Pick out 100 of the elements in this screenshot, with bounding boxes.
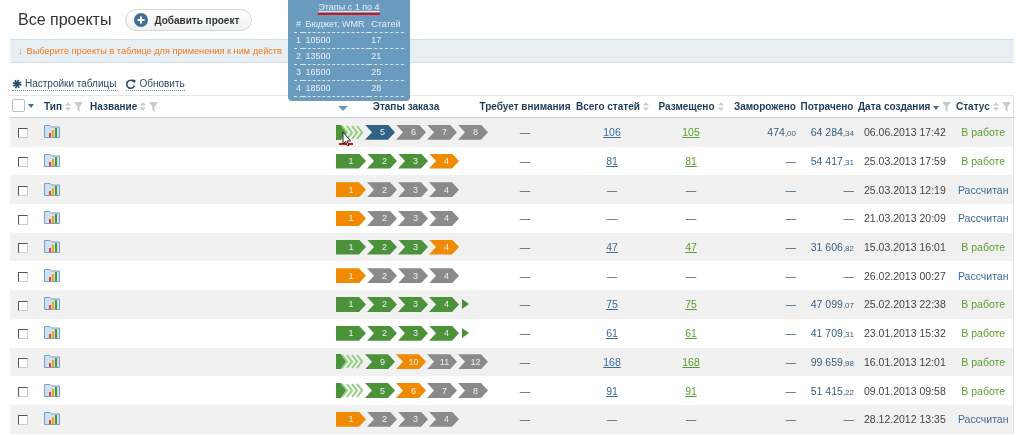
spent-amount: 64 284,34 [810, 126, 854, 139]
folder-chart-icon [44, 411, 60, 426]
stage-step[interactable]: 1 [336, 325, 366, 341]
stage-step[interactable]: 6 [396, 383, 426, 399]
stage-step[interactable]: 1 [336, 296, 366, 312]
row-checkbox[interactable] [18, 128, 28, 139]
stage-step[interactable]: 5 [365, 383, 395, 399]
stage-step[interactable]: 6 [396, 124, 426, 140]
placed-articles-link[interactable]: 91 [685, 384, 697, 397]
placed-articles-link[interactable]: 75 [685, 298, 697, 311]
next-stage-arrow-icon[interactable] [462, 299, 469, 310]
select-all-checkbox[interactable] [12, 99, 25, 112]
attention-value: — [519, 155, 531, 168]
stage-step[interactable]: 2 [367, 153, 397, 169]
total-articles-link[interactable]: 106 [603, 126, 621, 139]
stage-step[interactable]: 3 [398, 210, 428, 226]
stage-step[interactable]: 8 [458, 383, 488, 399]
total-articles-link[interactable]: 81 [606, 155, 618, 168]
refresh-link[interactable]: Обновить [126, 77, 185, 91]
stage-step[interactable]: 2 [367, 325, 397, 341]
folder-chart-icon [44, 325, 60, 340]
total-articles-link[interactable]: 168 [603, 355, 621, 368]
down-arrow-icon: ↓ [18, 46, 23, 56]
stage-step[interactable]: 4 [429, 239, 459, 255]
folder-chart-icon [44, 181, 60, 196]
total-articles-link[interactable]: 91 [606, 384, 618, 397]
row-checkbox[interactable] [18, 415, 28, 426]
placed-articles-link[interactable]: 81 [685, 155, 697, 168]
stage-step[interactable]: 11 [427, 354, 457, 370]
attention-value: — [519, 327, 531, 340]
row-checkbox[interactable] [18, 271, 28, 282]
total-articles-link[interactable]: 61 [606, 327, 618, 340]
total-articles-link[interactable]: 75 [606, 298, 618, 311]
row-checkbox[interactable] [18, 243, 28, 254]
tooltip-title[interactable]: Этапы с 1 по 4 [318, 2, 380, 15]
caret-icon[interactable] [28, 103, 34, 108]
attention-value: — [519, 384, 531, 397]
row-checkbox[interactable] [18, 157, 28, 168]
row-checkbox[interactable] [18, 357, 28, 368]
row-checkbox[interactable] [18, 329, 28, 340]
stage-step[interactable]: 3 [398, 411, 428, 427]
row-checkbox[interactable] [18, 300, 28, 311]
column-header: Потрачено [800, 101, 854, 112]
attention-value: — [519, 212, 531, 225]
stage-step[interactable]: 7 [427, 124, 457, 140]
stage-step[interactable]: 3 [398, 325, 428, 341]
row-checkbox[interactable] [18, 214, 28, 225]
placed-articles-link[interactable]: 105 [682, 126, 700, 139]
stage-step[interactable]: 3 [398, 296, 428, 312]
stage-step[interactable]: 4 [429, 153, 459, 169]
stage-step[interactable]: 4 [429, 182, 459, 198]
stage-step[interactable]: 1 [336, 411, 366, 427]
placed-articles-link[interactable]: 61 [685, 327, 697, 340]
stage-step[interactable]: 2 [367, 296, 397, 312]
add-project-button[interactable]: Добавить проект [125, 9, 253, 31]
stage-step[interactable]: 5 [365, 124, 395, 140]
stage-step[interactable]: 2 [367, 411, 397, 427]
collapsed-stages-icon[interactable] [336, 383, 364, 399]
stage-step[interactable]: 1 [336, 239, 366, 255]
frozen-amount: — [785, 298, 796, 311]
stage-step[interactable]: 9 [365, 354, 395, 370]
attention-value: — [519, 355, 531, 368]
placed-articles-link[interactable]: 168 [682, 355, 700, 368]
stage-step[interactable]: 1 [336, 153, 366, 169]
stage-step[interactable]: 1 [336, 268, 366, 284]
attention-value: — [519, 126, 531, 139]
tooltip-column-header: # [296, 19, 301, 29]
row-checkbox[interactable] [18, 386, 28, 397]
stage-step[interactable]: 1 [336, 210, 366, 226]
stage-step[interactable]: 12 [458, 354, 488, 370]
folder-chart-icon [44, 153, 60, 168]
next-stage-arrow-icon[interactable] [462, 328, 469, 339]
stage-step[interactable]: 2 [367, 210, 397, 226]
collapsed-stages-icon[interactable] [336, 354, 364, 370]
stage-step[interactable]: 8 [458, 124, 488, 140]
stage-step[interactable]: 1 [336, 182, 366, 198]
total-articles-link[interactable]: 47 [606, 241, 618, 254]
stage-step[interactable]: 4 [429, 268, 459, 284]
stage-step[interactable]: 2 [367, 182, 397, 198]
row-checkbox[interactable] [18, 185, 28, 196]
table-settings-link[interactable]: Настройки таблицы [12, 77, 117, 91]
stage-step[interactable]: 7 [427, 383, 457, 399]
stage-step[interactable]: 3 [398, 268, 428, 284]
creation-date: 06.06.2013 17:42 [864, 126, 946, 139]
placed-articles-link[interactable]: 47 [685, 241, 697, 254]
stage-step[interactable]: 10 [396, 354, 426, 370]
stage-step[interactable]: 3 [398, 182, 428, 198]
stage-step[interactable]: 4 [429, 296, 459, 312]
stage-step[interactable]: 2 [367, 268, 397, 284]
plus-icon [134, 13, 149, 27]
tooltip-cell: 28 [371, 83, 382, 93]
stage-step[interactable]: 3 [398, 239, 428, 255]
stage-step[interactable]: 4 [429, 210, 459, 226]
spent-amount: — [843, 212, 854, 225]
stage-step[interactable]: 2 [367, 239, 397, 255]
stage-step[interactable]: 3 [398, 153, 428, 169]
stage-step[interactable]: 4 [429, 411, 459, 427]
status-label: В работе [961, 126, 1006, 139]
stage-step[interactable]: 4 [429, 325, 459, 341]
spent-amount: 99 659,98 [810, 355, 854, 368]
